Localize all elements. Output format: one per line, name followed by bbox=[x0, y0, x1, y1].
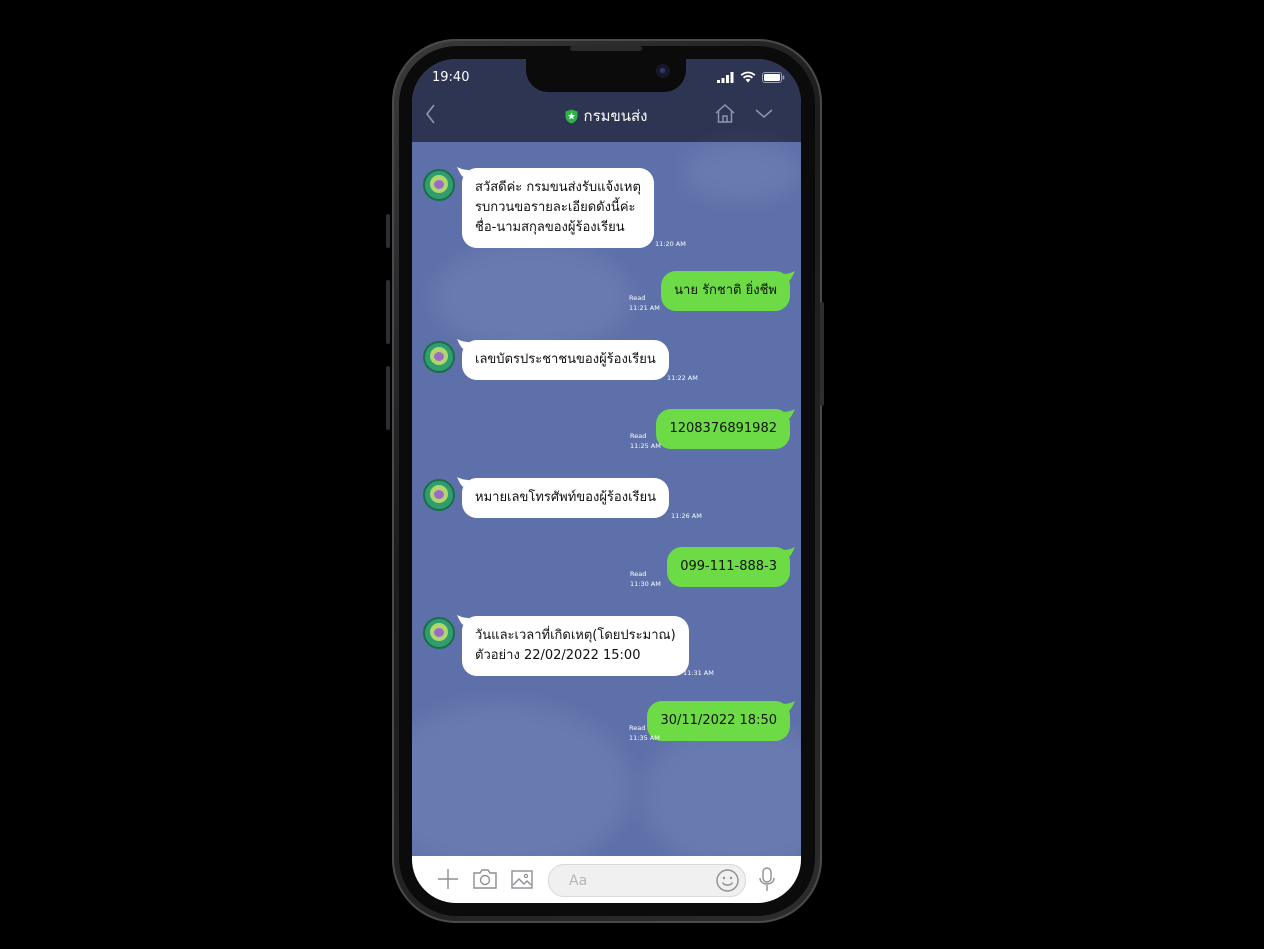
phone-screen: 19:40 กรมขนส่ง สวัสดีค่ะ กรมขนส่งรับแจ้ง… bbox=[412, 59, 801, 903]
outgoing-message[interactable]: 1208376891982 bbox=[656, 409, 790, 449]
status-icons bbox=[717, 71, 785, 83]
read-label: Read bbox=[630, 570, 647, 578]
camera-icon[interactable] bbox=[472, 867, 498, 891]
incoming-message[interactable]: เลขบัตรประชาชนของผู้ร้องเรียน bbox=[462, 340, 669, 380]
avatar[interactable] bbox=[423, 341, 455, 373]
battery-icon bbox=[762, 71, 785, 83]
chevron-down-icon[interactable] bbox=[754, 103, 774, 125]
volume-down-button bbox=[386, 366, 390, 430]
message-time: 11:26 AM bbox=[671, 512, 702, 520]
chat-title: กรมขนส่ง bbox=[412, 104, 801, 128]
message-time: 11:21 AM bbox=[629, 304, 660, 312]
volume-up-button bbox=[386, 280, 390, 344]
read-label: Read bbox=[629, 724, 646, 732]
cloud-decoration bbox=[642, 722, 801, 872]
message-input[interactable] bbox=[567, 872, 711, 890]
read-label: Read bbox=[630, 432, 647, 440]
message-time: 11:31 AM bbox=[683, 669, 714, 677]
cloud-decoration bbox=[432, 242, 632, 352]
verified-shield-icon bbox=[565, 109, 578, 123]
message-input-field[interactable] bbox=[548, 864, 746, 897]
message-time: 11:20 AM bbox=[655, 240, 686, 248]
outgoing-message[interactable]: 30/11/2022 18:50 bbox=[647, 701, 790, 741]
chat-area[interactable]: สวัสดีค่ะ กรมขนส่งรับแจ้งเหตุ รบกวนขอราย… bbox=[412, 142, 801, 872]
wifi-icon bbox=[740, 71, 756, 83]
message-time: 11:30 AM bbox=[630, 580, 661, 588]
signal-icon bbox=[717, 71, 734, 83]
mute-switch bbox=[386, 214, 390, 248]
message-time: 11:35 AM bbox=[629, 734, 660, 742]
avatar[interactable] bbox=[423, 169, 455, 201]
image-icon[interactable] bbox=[510, 867, 534, 891]
incoming-message[interactable]: หมายเลขโทรศัพท์ของผู้ร้องเรียน bbox=[462, 478, 670, 518]
emoji-icon[interactable] bbox=[715, 868, 740, 893]
read-receipt: Read 11:21 AM bbox=[629, 293, 660, 313]
input-bar bbox=[412, 856, 801, 903]
power-button bbox=[820, 302, 824, 406]
read-receipt: Read 11:30 AM bbox=[630, 569, 661, 589]
avatar[interactable] bbox=[423, 617, 455, 649]
front-camera bbox=[656, 64, 670, 78]
avatar[interactable] bbox=[423, 479, 455, 511]
cloud-decoration bbox=[412, 702, 632, 872]
message-time: 11:25 AM bbox=[630, 442, 661, 450]
read-label: Read bbox=[629, 294, 646, 302]
status-time: 19:40 bbox=[432, 70, 470, 85]
read-receipt: Read 11:25 AM bbox=[630, 431, 661, 451]
chat-title-text: กรมขนส่ง bbox=[583, 107, 648, 125]
read-receipt: Read 11:35 AM bbox=[629, 723, 660, 743]
notch bbox=[526, 59, 686, 92]
microphone-icon[interactable] bbox=[758, 867, 776, 893]
outgoing-message[interactable]: 099-111-888-3 bbox=[667, 547, 790, 587]
chat-header: 19:40 กรมขนส่ง bbox=[412, 59, 801, 142]
incoming-message[interactable]: สวัสดีค่ะ กรมขนส่งรับแจ้งเหตุ รบกวนขอราย… bbox=[462, 168, 654, 248]
earpiece-speaker bbox=[570, 46, 642, 51]
outgoing-message[interactable]: นาย รักชาติ ยิ่งชีพ bbox=[661, 271, 790, 311]
incoming-message[interactable]: วันและเวลาที่เกิดเหตุ(โดยประมาณ) ตัวอย่า… bbox=[462, 616, 689, 676]
message-time: 11:22 AM bbox=[667, 374, 698, 382]
home-icon[interactable] bbox=[714, 103, 736, 125]
plus-icon[interactable] bbox=[436, 867, 460, 891]
cloud-decoration bbox=[682, 142, 801, 202]
